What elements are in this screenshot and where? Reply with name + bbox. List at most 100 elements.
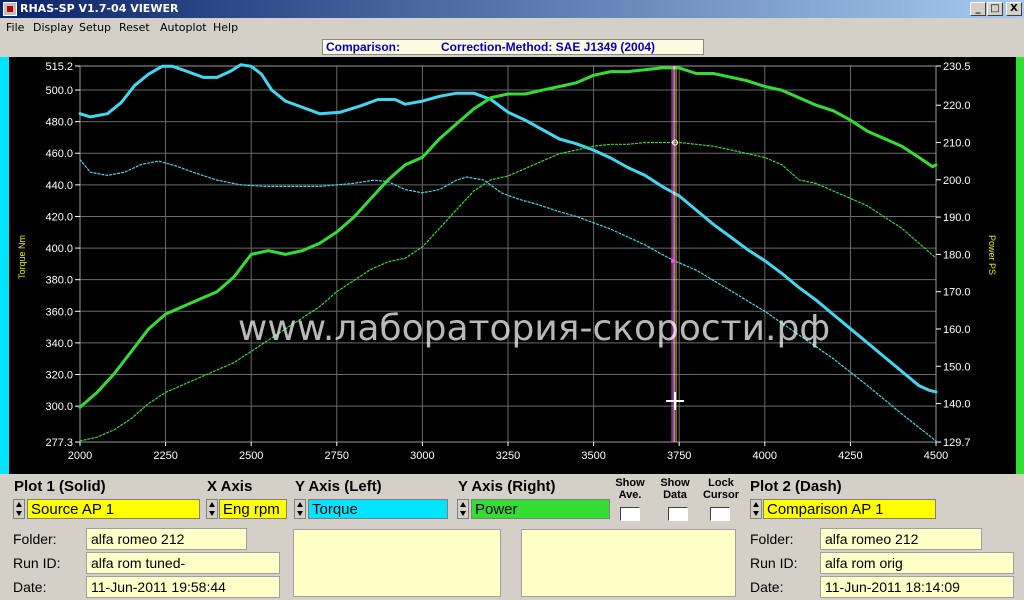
plot1-runid-field: alfa rom tuned- (86, 552, 280, 574)
left-tick-label: 500.0 (45, 85, 73, 97)
menu-display[interactable]: Display (33, 21, 74, 34)
spin-up-icon[interactable] (209, 502, 215, 507)
app-icon (3, 2, 17, 16)
xaxis-select[interactable]: Eng rpm (219, 499, 287, 519)
xaxis-spinner[interactable] (206, 499, 218, 519)
right-tick-label: 170.0 (943, 287, 971, 299)
x-tick-label: 4500 (924, 450, 948, 462)
plot1-date-label: Date: (13, 579, 47, 595)
plot1-date-field: 11-Jun-2011 19:58:44 (86, 576, 280, 598)
lock-cursor-checkbox[interactable] (710, 507, 730, 521)
left-tick-label: 460.0 (45, 148, 73, 160)
spin-up-icon[interactable] (297, 502, 303, 507)
x-tick-label: 4250 (838, 450, 862, 462)
dyno-chart[interactable]: 515.2 500.0 480.0 460.0 440.0 420.0 400.0 380.0… (9, 57, 1016, 474)
app-window: RHAS-SP V1.7-04 VIEWER _ □ X File Displa… (0, 0, 1024, 600)
plot2-date-field: 11-Jun-2011 18:14:09 (820, 576, 1014, 598)
menu-setup[interactable]: Setup (79, 21, 111, 34)
right-tick-label: 200.0 (943, 175, 971, 187)
plot2-source-select[interactable]: Comparison AP 1 (763, 499, 936, 519)
right-axis-title: Power PS (987, 235, 997, 275)
menu-reset[interactable]: Reset (119, 21, 150, 34)
spin-up-icon[interactable] (460, 502, 466, 507)
x-tick-label: 3000 (410, 450, 434, 462)
plot1-runid-label: Run ID: (13, 555, 61, 571)
x-tick-label: 2500 (239, 450, 263, 462)
comparison-header: Comparison: Correction-Method: SAE J1349… (0, 38, 1024, 57)
right-axis-color-bar (1016, 57, 1024, 474)
cursor-marker-square (671, 258, 676, 263)
close-button[interactable]: X (1006, 2, 1022, 16)
show-data-checkbox[interactable] (668, 507, 688, 521)
plot2-spinner[interactable] (750, 499, 762, 519)
left-tick-label: 300.0 (45, 401, 73, 413)
yright-spinner[interactable] (457, 499, 469, 519)
plot2-runid-label: Run ID: (750, 555, 798, 571)
left-tick-label: 515.2 (45, 61, 73, 73)
watermark-text: www.лаборатория-скорости.рф (238, 308, 830, 349)
menu-help[interactable]: Help (213, 21, 238, 34)
left-tick-label: 480.0 (45, 117, 73, 129)
menu-file[interactable]: File (6, 21, 24, 34)
right-tick-label: 210.0 (943, 137, 971, 149)
show-average-label: Show Ave. (615, 477, 645, 501)
menu-bar: File Display Setup Reset Autoplot Help (0, 18, 1024, 38)
plot1-spinner[interactable] (13, 499, 25, 519)
x-tick-label: 2750 (325, 450, 349, 462)
right-tick-label: 190.0 (943, 212, 971, 224)
yaxis-left-select[interactable]: Torque (308, 499, 448, 519)
right-tick-label: 220.0 (943, 100, 971, 112)
menu-autoplot[interactable]: Autoplot (160, 21, 207, 34)
plot2-folder-field: alfa romeo 212 (820, 528, 982, 550)
x-tick-label: 3250 (496, 450, 520, 462)
plot2-title: Plot 2 (Dash) (750, 478, 842, 495)
yleft-spinner[interactable] (294, 499, 306, 519)
maximize-button[interactable]: □ (987, 2, 1003, 16)
spin-up-icon[interactable] (753, 502, 759, 507)
plot1-folder-field: alfa romeo 212 (86, 528, 247, 550)
xaxis-title: X Axis (207, 478, 253, 495)
show-average-checkbox[interactable] (620, 507, 640, 521)
spin-down-icon[interactable] (16, 511, 22, 516)
left-tick-label: 400.0 (45, 243, 73, 255)
plot2-notes-box[interactable] (521, 529, 736, 597)
comparison-label: Comparison: (326, 40, 401, 54)
left-tick-label: 380.0 (45, 275, 73, 287)
correction-method-label: Correction-Method: SAE J1349 (2004) (441, 40, 656, 54)
right-tick-label: 129.7 (943, 437, 971, 449)
right-tick-label: 180.0 (943, 249, 971, 261)
yaxis-right-title: Y Axis (Right) (458, 478, 556, 495)
plot1-title: Plot 1 (Solid) (14, 478, 106, 495)
right-tick-label: 150.0 (943, 361, 971, 373)
plot2-runid-field: alfa rom orig (820, 552, 1014, 574)
x-tick-label: 3750 (667, 450, 691, 462)
left-tick-label: 277.3 (45, 437, 73, 449)
left-axis-title: Torque Nm (17, 235, 27, 279)
spin-up-icon[interactable] (16, 502, 22, 507)
title-bar[interactable]: RHAS-SP V1.7-04 VIEWER _ □ X (0, 0, 1024, 18)
spin-down-icon[interactable] (297, 511, 303, 516)
comparison-info-box: Comparison: Correction-Method: SAE J1349… (322, 39, 704, 55)
left-tick-label: 320.0 (45, 370, 73, 382)
control-panel: Plot 1 (Solid) X Axis Y Axis (Left) Y Ax… (0, 474, 1024, 600)
x-tick-label: 4000 (753, 450, 777, 462)
plot2-folder-label: Folder: (750, 531, 794, 547)
spin-down-icon[interactable] (460, 511, 466, 516)
spin-down-icon[interactable] (209, 511, 215, 516)
right-tick-label: 140.0 (943, 399, 971, 411)
right-tick-label: 230.5 (943, 61, 971, 73)
plot1-source-select[interactable]: Source AP 1 (27, 499, 200, 519)
minimize-button[interactable]: _ (970, 2, 986, 16)
left-tick-label: 440.0 (45, 180, 73, 192)
plot2-date-label: Date: (750, 579, 784, 595)
x-tick-label: 3500 (581, 450, 605, 462)
yaxis-right-select[interactable]: Power (471, 499, 610, 519)
chart-background (9, 57, 1016, 474)
x-tick-label: 2000 (68, 450, 92, 462)
plot1-notes-box[interactable] (293, 529, 501, 597)
right-tick-label: 160.0 (943, 324, 971, 336)
left-tick-label: 360.0 (45, 306, 73, 318)
yaxis-left-title: Y Axis (Left) (295, 478, 382, 495)
spin-down-icon[interactable] (753, 511, 759, 516)
lock-cursor-label: Lock Cursor (702, 477, 740, 501)
